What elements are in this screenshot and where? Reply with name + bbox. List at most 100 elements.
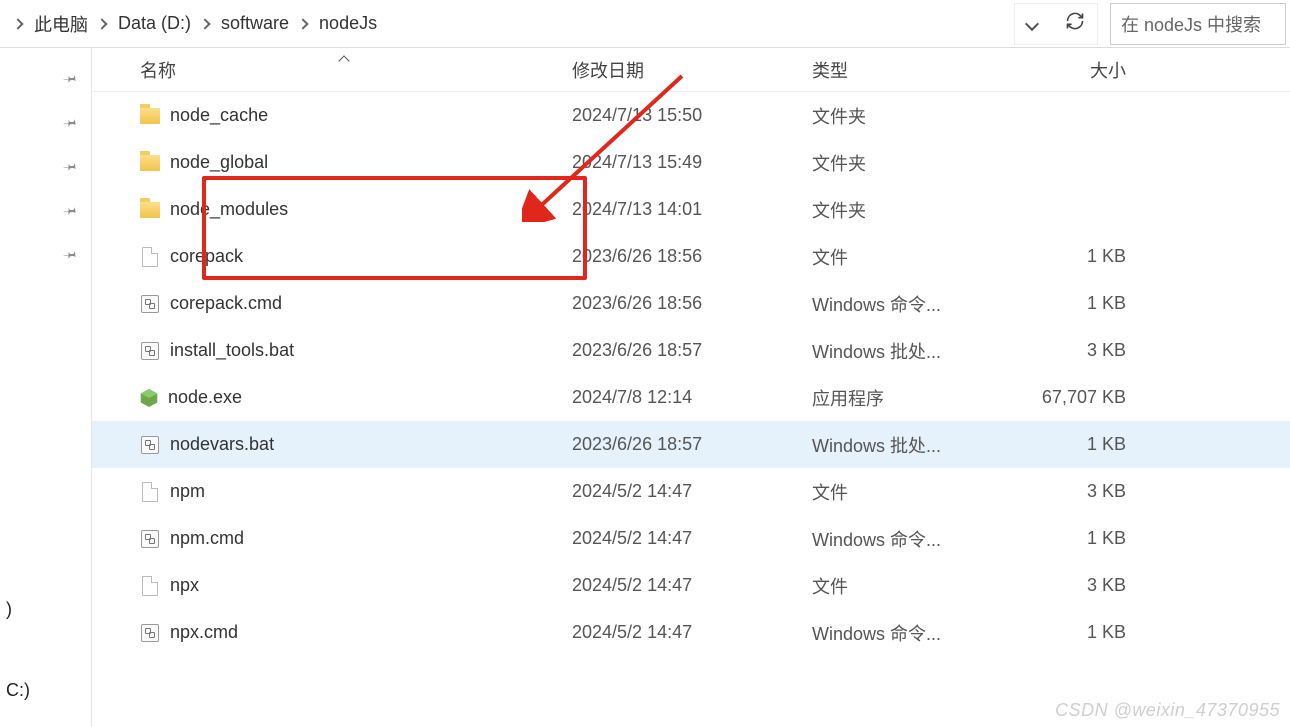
column-header-name[interactable]: 名称: [140, 57, 572, 83]
cell-name: node_modules: [140, 199, 572, 221]
file-name: node_global: [170, 152, 268, 173]
batch-file-icon: [140, 528, 160, 550]
file-rows: node_cache2024/7/13 15:50文件夹node_global2…: [92, 92, 1290, 656]
pin-icon: [62, 155, 82, 175]
cell-date: 2023/6/26 18:57: [572, 434, 812, 455]
table-row[interactable]: npm.cmd2024/5/2 14:47Windows 命令...1 KB: [92, 515, 1290, 562]
cell-name: corepack.cmd: [140, 293, 572, 315]
batch-file-icon: [140, 293, 160, 315]
chevron-right-icon: [199, 18, 210, 29]
column-header-date[interactable]: 修改日期: [572, 57, 812, 83]
generic-file-icon: [140, 575, 160, 597]
breadcrumb-item[interactable]: Data (D:): [114, 0, 195, 47]
cell-date: 2024/5/2 14:47: [572, 528, 812, 549]
file-list-view: 名称 修改日期 类型 大小 node_cache2024/7/13 15:50文…: [92, 48, 1290, 727]
chevron-right-icon: [12, 18, 23, 29]
cell-date: 2024/7/8 12:14: [572, 387, 812, 408]
file-name: npm: [170, 481, 205, 502]
cell-size: 3 KB: [1018, 575, 1146, 596]
cell-type: 文件夹: [812, 103, 1018, 129]
table-row[interactable]: nodevars.bat2023/6/26 18:57Windows 批处...…: [92, 421, 1290, 468]
cell-date: 2023/6/26 18:56: [572, 246, 812, 267]
cell-size: 1 KB: [1018, 246, 1146, 267]
cell-date: 2024/5/2 14:47: [572, 622, 812, 643]
column-header-size[interactable]: 大小: [1018, 57, 1146, 83]
column-header-type[interactable]: 类型: [812, 57, 1018, 83]
table-row[interactable]: corepack.cmd2023/6/26 18:56Windows 命令...…: [92, 280, 1290, 327]
table-row[interactable]: node_modules2024/7/13 14:01文件夹: [92, 186, 1290, 233]
table-row[interactable]: node_cache 2024/7/13 15:50文件夹: [92, 92, 1290, 139]
cell-name: node_cache: [140, 105, 572, 127]
search-placeholder: 在 nodeJs 中搜索: [1121, 11, 1261, 37]
pin-icon: [62, 199, 82, 219]
history-dropdown-button[interactable]: [1027, 13, 1037, 34]
breadcrumb-item[interactable]: nodeJs: [315, 0, 381, 47]
file-name: npm.cmd: [170, 528, 244, 549]
cell-size: 67,707 KB: [1018, 387, 1146, 408]
cell-name: npm: [140, 481, 572, 503]
nav-label[interactable]: C:): [6, 680, 79, 701]
cell-name: node.exe: [140, 387, 572, 408]
cell-size: 1 KB: [1018, 622, 1146, 643]
cell-date: 2023/6/26 18:57: [572, 340, 812, 361]
cell-date: 2024/5/2 14:47: [572, 481, 812, 502]
refresh-button[interactable]: [1065, 11, 1085, 36]
nav-drive-labels: ) C:): [0, 539, 79, 727]
file-name: node_modules: [170, 199, 288, 220]
sort-ascending-icon: [338, 55, 349, 66]
batch-file-icon: [140, 622, 160, 644]
table-row[interactable]: npx.cmd2024/5/2 14:47Windows 命令...1 KB: [92, 609, 1290, 656]
node-exe-icon: [140, 388, 158, 408]
generic-file-icon: [140, 246, 160, 268]
cell-type: 文件: [812, 244, 1018, 270]
nav-pane[interactable]: ) C:): [0, 48, 92, 727]
cell-type: 文件夹: [812, 197, 1018, 223]
folder-icon: [140, 152, 160, 174]
file-name: corepack.cmd: [170, 293, 282, 314]
batch-file-icon: [140, 434, 160, 456]
table-row[interactable]: node_global 2024/7/13 15:49文件夹: [92, 139, 1290, 186]
table-row[interactable]: npx2024/5/2 14:47文件3 KB: [92, 562, 1290, 609]
table-row[interactable]: npm2024/5/2 14:47文件3 KB: [92, 468, 1290, 515]
column-header-label: 名称: [140, 61, 176, 81]
search-input[interactable]: 在 nodeJs 中搜索: [1110, 3, 1286, 45]
cell-type: Windows 命令...: [812, 526, 1018, 552]
cell-size: 3 KB: [1018, 481, 1146, 502]
cell-name: npx: [140, 575, 572, 597]
address-toolbar: 此电脑 Data (D:) software nodeJs 在 nodeJs 中…: [0, 0, 1290, 48]
cell-type: 文件夹: [812, 150, 1018, 176]
file-name: npx: [170, 575, 199, 596]
file-name: nodevars.bat: [170, 434, 274, 455]
table-row[interactable]: install_tools.bat2023/6/26 18:57Windows …: [92, 327, 1290, 374]
cell-date: 2024/5/2 14:47: [572, 575, 812, 596]
chevron-right-icon: [297, 18, 308, 29]
column-header-row: 名称 修改日期 类型 大小: [92, 48, 1290, 92]
cell-type: Windows 批处...: [812, 338, 1018, 364]
cell-name: install_tools.bat: [140, 340, 572, 362]
cell-date: 2024/7/13 15:50: [572, 105, 812, 126]
cell-name: nodevars.bat: [140, 434, 572, 456]
breadcrumb-item[interactable]: 此电脑: [30, 0, 92, 47]
cell-size: 1 KB: [1018, 293, 1146, 314]
file-name: corepack: [170, 246, 243, 267]
chevron-down-icon: [1025, 17, 1039, 31]
breadcrumb-item[interactable]: software: [217, 0, 293, 47]
cell-size: 1 KB: [1018, 434, 1146, 455]
cell-name: npx.cmd: [140, 622, 572, 644]
table-row[interactable]: node.exe 2024/7/8 12:14应用程序67,707 KB: [92, 374, 1290, 421]
folder-icon: [140, 199, 160, 221]
address-actions: [1014, 3, 1098, 45]
nav-label[interactable]: ): [6, 599, 79, 620]
cell-type: Windows 命令...: [812, 620, 1018, 646]
pin-icon: [62, 243, 82, 263]
breadcrumb[interactable]: 此电脑 Data (D:) software nodeJs: [4, 0, 1014, 47]
chevron-right-icon: [96, 18, 107, 29]
cell-date: 2024/7/13 15:49: [572, 152, 812, 173]
folder-icon: [140, 105, 160, 127]
file-name: node_cache: [170, 105, 268, 126]
cell-type: 应用程序: [812, 385, 1018, 411]
table-row[interactable]: corepack 2023/6/26 18:56文件1 KB: [92, 233, 1290, 280]
cell-name: node_global: [140, 152, 572, 174]
file-name: node.exe: [168, 387, 242, 408]
cell-date: 2023/6/26 18:56: [572, 293, 812, 314]
